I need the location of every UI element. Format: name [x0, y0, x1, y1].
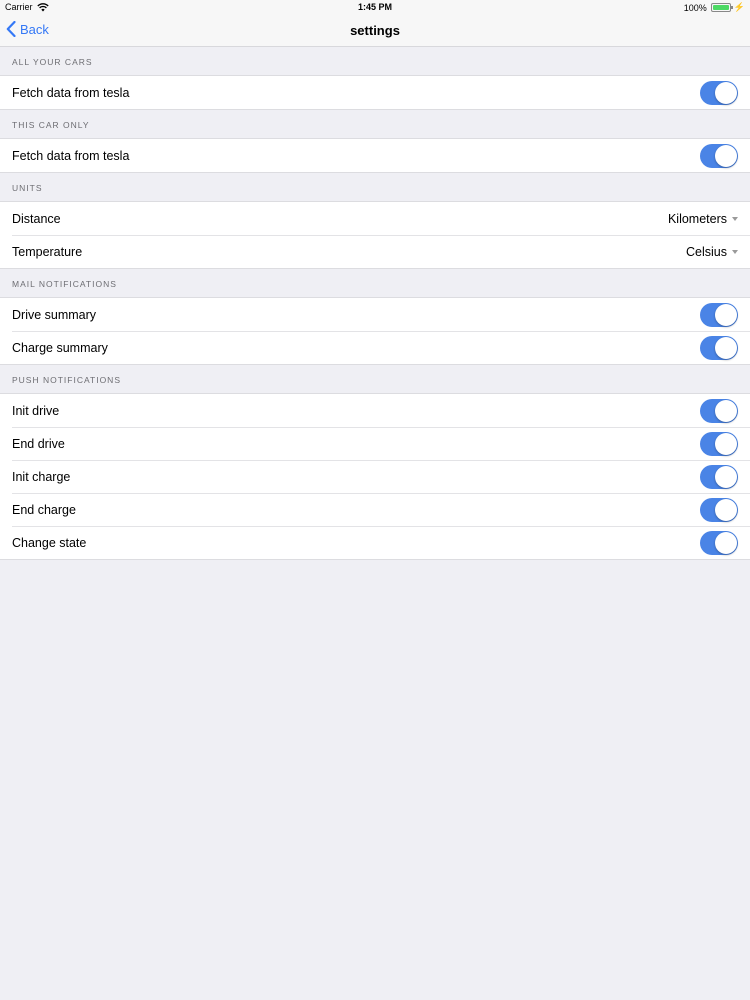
fetch-all-cars-label: Fetch data from tesla	[12, 85, 130, 100]
row-change-state: Change state	[0, 526, 750, 559]
row-temperature: Temperature Celsius	[0, 235, 750, 268]
status-time: 1:45 PM	[357, 2, 392, 12]
charge-summary-toggle[interactable]	[700, 335, 738, 360]
caret-down-icon	[732, 249, 738, 254]
fetch-this-car-toggle[interactable]	[700, 143, 738, 168]
end-charge-label: End charge	[12, 502, 76, 517]
row-drive-summary: Drive summary	[0, 298, 750, 331]
end-drive-toggle[interactable]	[700, 431, 738, 456]
fetch-all-cars-toggle[interactable]	[700, 80, 738, 105]
section-header-this-car: THIS CAR ONLY	[0, 110, 750, 139]
drive-summary-label: Drive summary	[12, 307, 97, 322]
charge-summary-label: Charge summary	[12, 340, 108, 355]
charging-bolt-icon: ⚡	[733, 2, 745, 12]
init-drive-toggle[interactable]	[700, 398, 738, 423]
row-fetch-this-car: Fetch data from tesla	[0, 139, 750, 172]
section-header-units: UNITS	[0, 173, 750, 202]
init-charge-toggle[interactable]	[700, 464, 738, 489]
section-header-mail: MAIL NOTIFICATIONS	[0, 269, 750, 298]
init-charge-label: Init charge	[12, 469, 71, 484]
change-state-label: Change state	[12, 535, 87, 550]
group-mail: Drive summary Charge summary	[0, 298, 750, 365]
page-title: settings	[350, 23, 400, 38]
settings-list: ALL YOUR CARS Fetch data from tesla THIS…	[0, 47, 750, 560]
drive-summary-toggle[interactable]	[700, 302, 738, 327]
group-units: Distance Kilometers Temperature Celsius	[0, 202, 750, 269]
init-drive-label: Init drive	[12, 403, 60, 418]
section-header-push: PUSH NOTIFICATIONS	[0, 365, 750, 394]
battery-icon	[710, 3, 733, 12]
row-end-drive: End drive	[0, 427, 750, 460]
row-end-charge: End charge	[0, 493, 750, 526]
change-state-toggle[interactable]	[700, 530, 738, 555]
battery-percent: 100%	[683, 2, 707, 13]
temperature-select[interactable]: Celsius	[686, 245, 738, 259]
temperature-label: Temperature	[12, 244, 83, 259]
row-fetch-all-cars: Fetch data from tesla	[0, 76, 750, 109]
temperature-value: Celsius	[686, 244, 727, 259]
status-bar: Carrier 1:45 PM 100% ⚡	[0, 0, 750, 15]
group-all-cars: Fetch data from tesla	[0, 76, 750, 110]
section-header-all-cars: ALL YOUR CARS	[0, 47, 750, 76]
row-init-charge: Init charge	[0, 460, 750, 493]
end-drive-label: End drive	[12, 436, 65, 451]
row-charge-summary: Charge summary	[0, 331, 750, 364]
row-init-drive: Init drive	[0, 394, 750, 427]
end-charge-toggle[interactable]	[700, 497, 738, 522]
battery-fill	[712, 5, 729, 10]
navigation-bar: Back settings	[0, 15, 750, 47]
group-this-car: Fetch data from tesla	[0, 139, 750, 173]
distance-label: Distance	[12, 211, 61, 226]
caret-down-icon	[732, 216, 738, 221]
fetch-this-car-label: Fetch data from tesla	[12, 148, 130, 163]
group-push: Init drive End drive Init charge End cha…	[0, 394, 750, 560]
status-right: 100% ⚡	[684, 2, 745, 13]
distance-value: Kilometers	[667, 211, 727, 226]
distance-select[interactable]: Kilometers	[668, 212, 738, 226]
row-distance: Distance Kilometers	[0, 202, 750, 235]
